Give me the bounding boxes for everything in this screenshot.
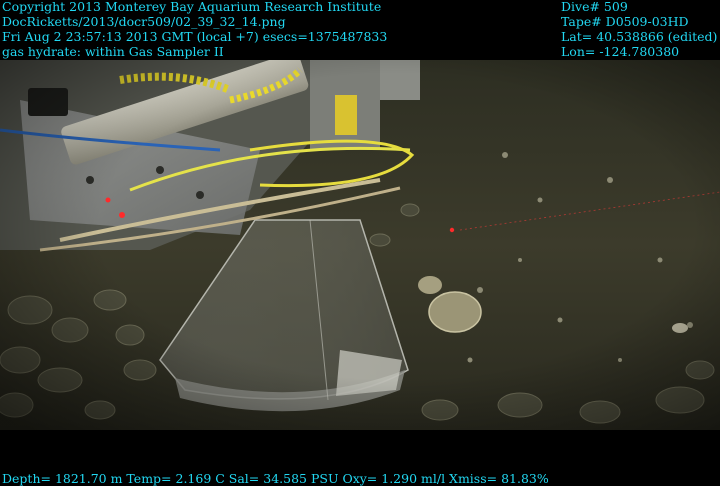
- caption-text: gas hydrate: within Gas Sampler II: [2, 44, 224, 59]
- seafloor-video-frame: [0, 60, 720, 430]
- vignette-shade: [0, 60, 720, 430]
- file-path-text: DocRicketts/2013/docr509/02_39_32_14.png: [2, 14, 286, 29]
- sensor-readout-text: Depth= 1821.70 m Temp= 2.169 C Sal= 34.5…: [2, 471, 549, 486]
- latitude-text: Lat= 40.538866 (edited): [561, 29, 718, 44]
- longitude-text: Lon= -124.780380: [561, 44, 680, 59]
- dive-number-text: Dive# 509: [561, 0, 628, 14]
- timestamp-text: Fri Aug 2 23:57:13 2013 GMT (local +7) e…: [2, 29, 388, 44]
- copyright-text: Copyright 2013 Monterey Bay Aquarium Res…: [2, 0, 382, 14]
- tape-number-text: Tape# D0509-03HD: [561, 14, 689, 29]
